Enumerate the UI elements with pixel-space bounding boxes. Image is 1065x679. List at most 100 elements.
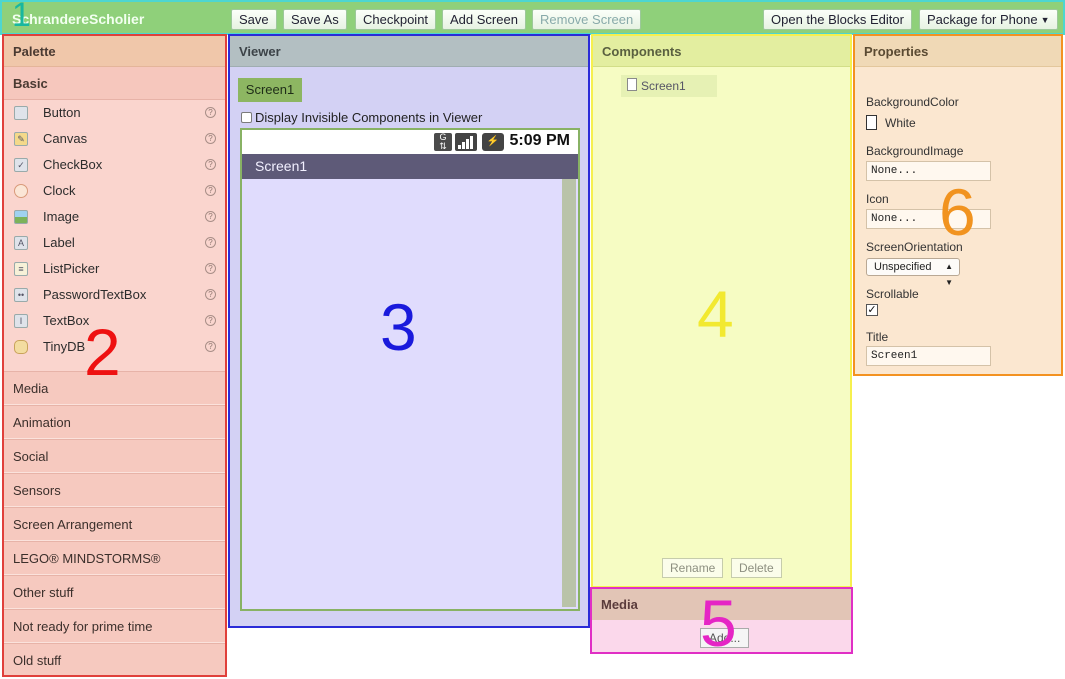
palette-item-checkbox[interactable]: ✓ CheckBox ? <box>4 152 225 178</box>
chevron-down-icon: ▼ <box>1040 15 1050 25</box>
screen-selector-button[interactable]: Screen1 <box>238 78 302 102</box>
title-field[interactable]: Screen1 <box>866 346 991 366</box>
palette-item-label: Clock <box>43 183 76 198</box>
remove-screen-button[interactable]: Remove Screen <box>532 9 642 30</box>
palette-item-clock[interactable]: Clock ? <box>4 178 225 204</box>
background-image-label: BackgroundImage <box>866 144 964 158</box>
palette-item-label: ListPicker <box>43 261 100 276</box>
rename-button[interactable]: Rename <box>662 558 724 578</box>
help-icon[interactable]: ? <box>205 341 216 352</box>
palette-category-sensors[interactable]: Sensors <box>4 473 225 507</box>
palette-category-basic[interactable]: Basic <box>4 67 225 100</box>
label-icon: A <box>14 236 28 250</box>
textbox-icon: I <box>14 314 28 328</box>
help-icon[interactable]: ? <box>205 185 216 196</box>
palette-category-not-ready[interactable]: Not ready for prime time <box>4 609 225 643</box>
palette-item-textbox[interactable]: I TextBox ? <box>4 308 225 334</box>
palette-item-tinydb[interactable]: TinyDB ? <box>4 334 225 360</box>
palette-category-lego-mindstorms[interactable]: LEGO® MINDSTORMS® <box>4 541 225 575</box>
display-invisible-label: Display Invisible Components in Viewer <box>255 110 483 125</box>
palette-item-listpicker[interactable]: ≡ ListPicker ? <box>4 256 225 282</box>
scrollable-checkbox[interactable]: ✓ <box>866 304 878 316</box>
component-list: Button ? ✎ Canvas ? ✓ CheckBox ? Clock ?… <box>4 100 225 371</box>
palette-item-canvas[interactable]: ✎ Canvas ? <box>4 126 225 152</box>
help-icon[interactable]: ? <box>205 263 216 274</box>
help-icon[interactable]: ? <box>205 315 216 326</box>
palette-panel: Palette Basic Button ? ✎ Canvas ? ✓ Chec… <box>2 34 227 677</box>
palette-item-label: CheckBox <box>43 157 103 172</box>
palette-item-label: Image <box>43 209 80 224</box>
palette-category-screen-arrangement[interactable]: Screen Arrangement <box>4 507 225 541</box>
color-swatch[interactable] <box>866 115 877 130</box>
data-network-icon: G ⇅ <box>434 133 452 151</box>
palette-item-label: Canvas <box>43 131 88 146</box>
palette-item-button[interactable]: Button ? <box>4 100 225 126</box>
save-as-button[interactable]: Save As <box>283 9 347 30</box>
button-icon <box>14 106 28 120</box>
help-icon[interactable]: ? <box>205 211 216 222</box>
top-toolbar: SchrandereScholier 1 Save Save As Checkp… <box>0 0 1065 35</box>
palette-item-passwordtextbox[interactable]: •• PasswordTextBox ? <box>4 282 225 308</box>
background-color-value[interactable]: White <box>885 116 916 130</box>
checkbox-icon[interactable] <box>241 112 252 123</box>
help-icon[interactable]: ? <box>205 133 216 144</box>
password-icon: •• <box>14 288 28 302</box>
signal-strength-icon <box>455 133 477 151</box>
tree-item-label: Screen1 <box>641 79 686 93</box>
palette-header: Palette <box>4 36 225 67</box>
add-media-button[interactable]: Add... <box>700 628 750 648</box>
select-arrows-icon: ▲ ▼ <box>945 262 953 287</box>
palette-category-animation[interactable]: Animation <box>4 405 225 439</box>
properties-header: Properties <box>855 36 1061 67</box>
components-header: Components <box>593 36 850 67</box>
package-for-phone-button[interactable]: Package for Phone ▼ <box>919 9 1058 30</box>
clock-icon <box>14 184 28 198</box>
screen-title-bar: Screen1 <box>242 154 578 179</box>
viewer-header: Viewer <box>230 36 588 67</box>
add-screen-button[interactable]: Add Screen <box>442 9 526 30</box>
background-image-field[interactable]: None... <box>866 161 991 181</box>
icon-field[interactable]: None... <box>866 209 991 229</box>
canvas-icon: ✎ <box>14 132 28 146</box>
palette-item-label: PasswordTextBox <box>43 287 147 302</box>
screen-orientation-select[interactable]: Unspecified ▲ ▼ <box>866 258 960 287</box>
properties-panel: Properties BackgroundColor White Backgro… <box>853 34 1063 376</box>
status-time: 5:09 PM <box>509 132 570 149</box>
palette-category-media[interactable]: Media <box>4 371 225 405</box>
listpicker-icon: ≡ <box>14 262 28 276</box>
display-invisible-checkbox[interactable]: Display Invisible Components in Viewer <box>241 110 482 125</box>
help-icon[interactable]: ? <box>205 159 216 170</box>
palette-category-other-stuff[interactable]: Other stuff <box>4 575 225 609</box>
palette-item-label: TinyDB <box>43 339 86 354</box>
database-icon <box>14 340 28 354</box>
checkpoint-button[interactable]: Checkpoint <box>355 9 437 30</box>
help-icon[interactable]: ? <box>205 289 216 300</box>
package-button-label: Package for Phone <box>927 12 1038 27</box>
orientation-value: Unspecified <box>874 261 932 273</box>
screen-icon <box>627 78 637 91</box>
component-tree-item-screen1[interactable]: Screen1 <box>621 75 717 97</box>
checkbox-icon: ✓ <box>14 158 28 172</box>
help-icon[interactable]: ? <box>205 107 216 118</box>
open-blocks-editor-button[interactable]: Open the Blocks Editor <box>763 9 912 30</box>
media-panel: Media Add... 5 <box>590 587 853 656</box>
palette-item-label: Button <box>43 105 81 120</box>
image-icon <box>14 210 28 224</box>
screen-orientation-label: ScreenOrientation <box>866 240 963 254</box>
palette-item-image[interactable]: Image ? <box>4 204 225 230</box>
palette-category-old-stuff[interactable]: Old stuff <box>4 643 225 675</box>
viewer-panel: Viewer Screen1 Display Invisible Compone… <box>228 34 590 628</box>
delete-button[interactable]: Delete <box>731 558 782 578</box>
media-header: Media <box>592 589 851 620</box>
battery-icon: ⚡ <box>482 133 504 151</box>
icon-label: Icon <box>866 192 889 206</box>
phone-status-bar: G ⇅ ⚡ 5:09 PM <box>242 130 578 154</box>
save-button[interactable]: Save <box>231 9 277 30</box>
phone-scrollbar[interactable] <box>562 179 576 607</box>
palette-item-label[interactable]: A Label ? <box>4 230 225 256</box>
palette-category-social[interactable]: Social <box>4 439 225 473</box>
help-icon[interactable]: ? <box>205 237 216 248</box>
phone-preview[interactable]: G ⇅ ⚡ 5:09 PM Screen1 <box>240 128 580 611</box>
palette-item-label: Label <box>43 235 75 250</box>
components-panel: Components Screen1 4 Rename Delete <box>591 34 852 588</box>
